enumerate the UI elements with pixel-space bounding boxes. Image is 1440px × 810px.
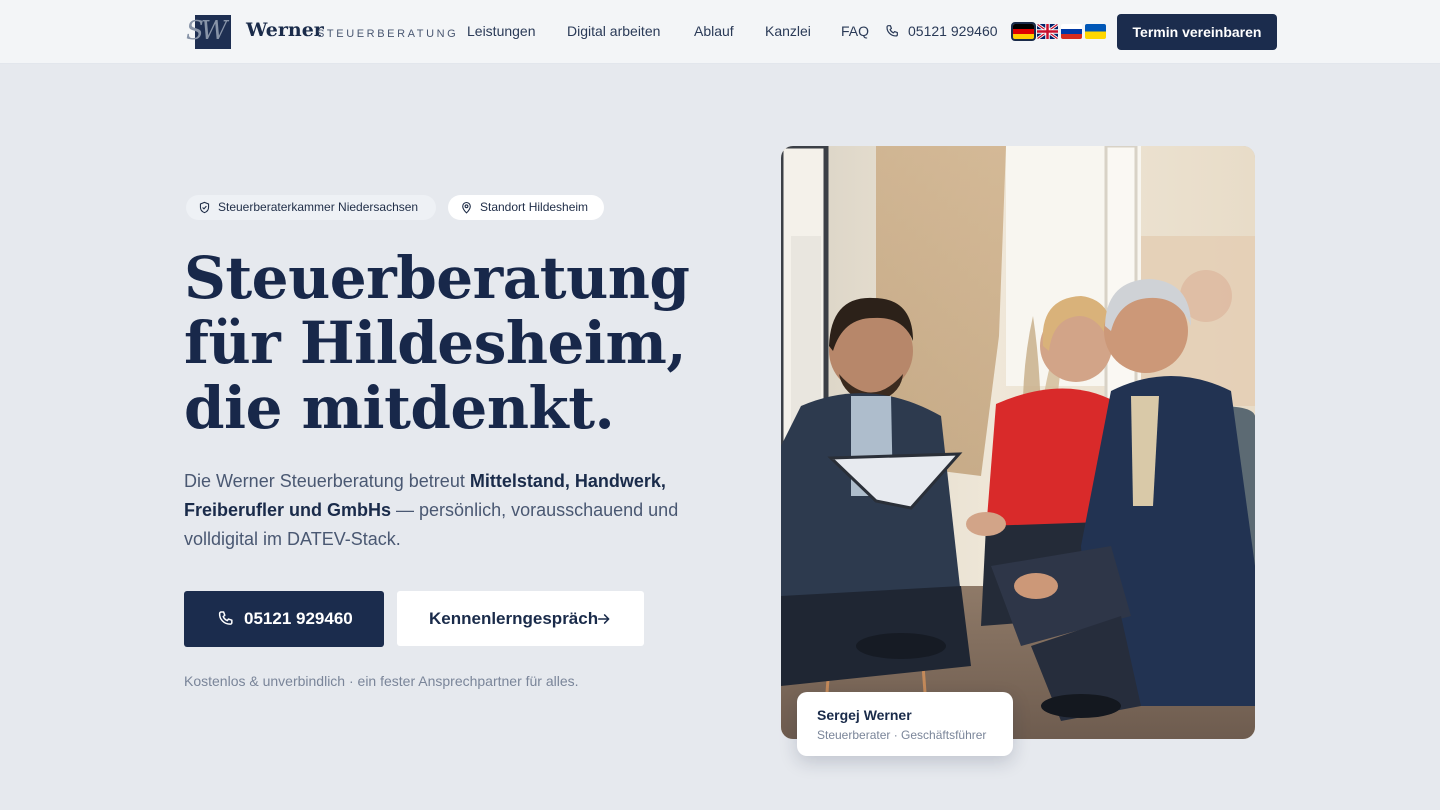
- hero-note: Kostenlos & unverbindlich · ein fester A…: [184, 673, 579, 689]
- lead-prefix: Die Werner Steuerberatung betreut: [184, 471, 470, 491]
- call-button[interactable]: 05121 929460: [184, 591, 384, 647]
- intro-meeting-button[interactable]: Kennenlerngespräch: [397, 591, 644, 646]
- arrow-right-icon: [597, 614, 610, 624]
- nav-item-kanzlei[interactable]: Kanzlei: [765, 23, 811, 39]
- nav-item-digital-arbeiten[interactable]: Digital arbeiten: [567, 23, 660, 39]
- flag-ru-icon[interactable]: [1061, 24, 1082, 39]
- nav-item-leistungen[interactable]: Leistungen: [467, 23, 536, 39]
- book-appointment-button[interactable]: Termin vereinbaren: [1117, 14, 1277, 50]
- phone-icon: [218, 611, 233, 625]
- flag-en-icon[interactable]: [1037, 24, 1058, 39]
- logo-subtitle: STEUERBERATUNG: [317, 28, 459, 40]
- flag-de-icon[interactable]: [1011, 22, 1036, 41]
- phone-icon: [886, 25, 898, 37]
- location-badge: Standort Hildesheim: [448, 195, 604, 220]
- logo-name[interactable]: Werner: [246, 19, 324, 41]
- header-phone-link[interactable]: 05121 929460: [908, 23, 998, 39]
- advisor-role: Steuerberater · Geschäftsführer: [817, 728, 987, 742]
- advisor-card: Sergej Werner Steuerberater · Geschäftsf…: [797, 692, 1013, 756]
- logo-mark[interactable]: SW: [186, 14, 232, 50]
- flag-uk-icon[interactable]: [1085, 24, 1106, 39]
- nav-item-faq[interactable]: FAQ: [841, 23, 869, 39]
- location-pin-icon: [462, 201, 471, 214]
- chamber-badge: Steuerberaterkammer Niedersachsen: [186, 195, 436, 220]
- site-header: SW Werner STEUERBERATUNG Leistungen Digi…: [0, 0, 1440, 64]
- location-badge-label: Standort Hildesheim: [480, 200, 589, 214]
- team-photo: [781, 146, 1255, 739]
- hero-headline: Steuerberatung für Hildesheim, die mitde…: [184, 244, 690, 442]
- team-photo-illustration: [781, 146, 1255, 739]
- call-button-label: 05121 929460: [244, 609, 353, 628]
- intro-meeting-label: Kennenlerngespräch: [429, 609, 599, 628]
- nav-item-ablauf[interactable]: Ablauf: [694, 23, 734, 39]
- shield-icon: [199, 201, 210, 214]
- logo-monogram: SW: [186, 16, 228, 46]
- chamber-badge-label: Steuerberaterkammer Niedersachsen: [218, 200, 419, 214]
- hero-lead: Die Werner Steuerberatung betreut Mittel…: [184, 467, 744, 554]
- advisor-name: Sergej Werner: [817, 707, 912, 723]
